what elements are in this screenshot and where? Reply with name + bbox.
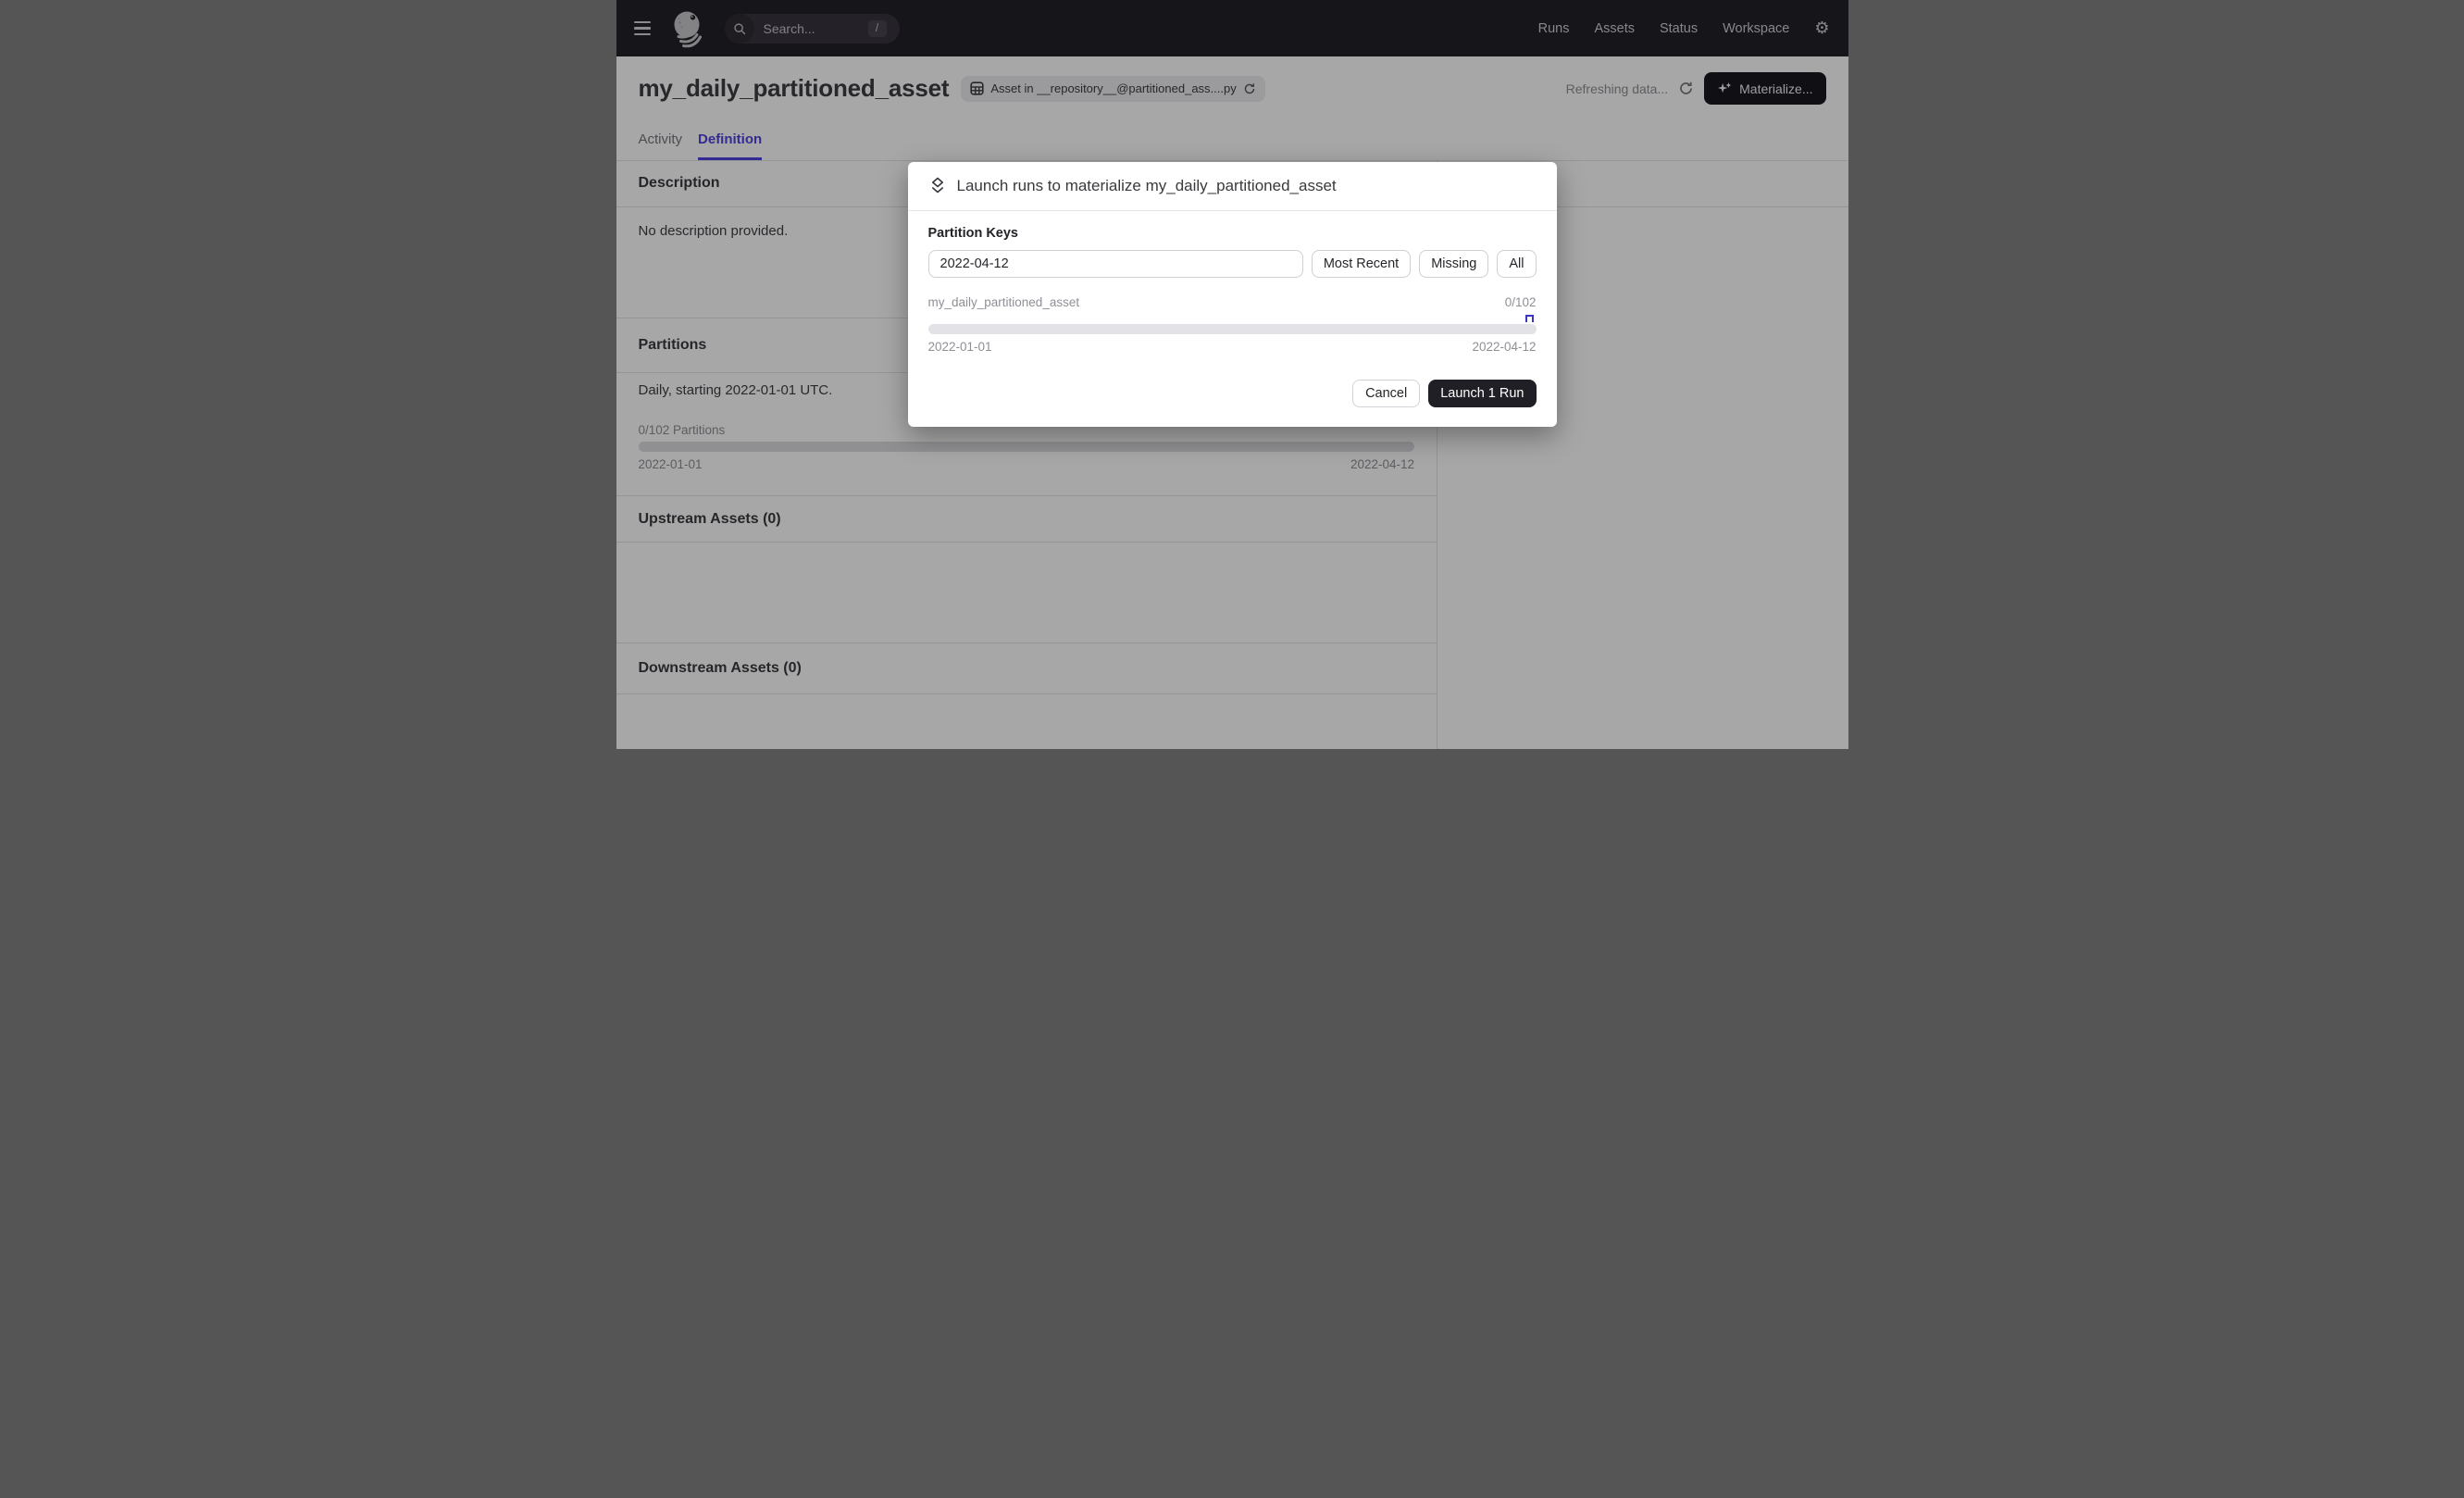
launch-run-button[interactable]: Launch 1 Run [1428,380,1536,407]
modal-partition-count: 0/102 [1505,294,1537,311]
partition-keys-label: Partition Keys [928,226,1537,241]
modal-asset-name: my_daily_partitioned_asset [928,294,1080,311]
most-recent-button[interactable]: Most Recent [1312,250,1411,278]
all-button[interactable]: All [1497,250,1536,278]
modal-header: Launch runs to materialize my_daily_part… [908,162,1557,211]
modal-range-start: 2022-01-01 [928,339,992,356]
cancel-button[interactable]: Cancel [1352,380,1420,407]
launch-runs-modal: Launch runs to materialize my_daily_part… [908,162,1557,427]
modal-title: Launch runs to materialize my_daily_part… [957,177,1337,195]
app-window: / Runs Assets Status Workspace ⚙ my_dail… [616,0,1848,749]
modal-range-end: 2022-04-12 [1472,339,1536,356]
modal-partition-bar [928,324,1537,334]
missing-button[interactable]: Missing [1419,250,1488,278]
asset-layers-icon [928,177,947,195]
selected-partition-marker [1525,315,1534,322]
modal-body: Partition Keys Most Recent Missing All m… [908,211,1557,427]
partition-keys-input[interactable] [928,250,1303,278]
